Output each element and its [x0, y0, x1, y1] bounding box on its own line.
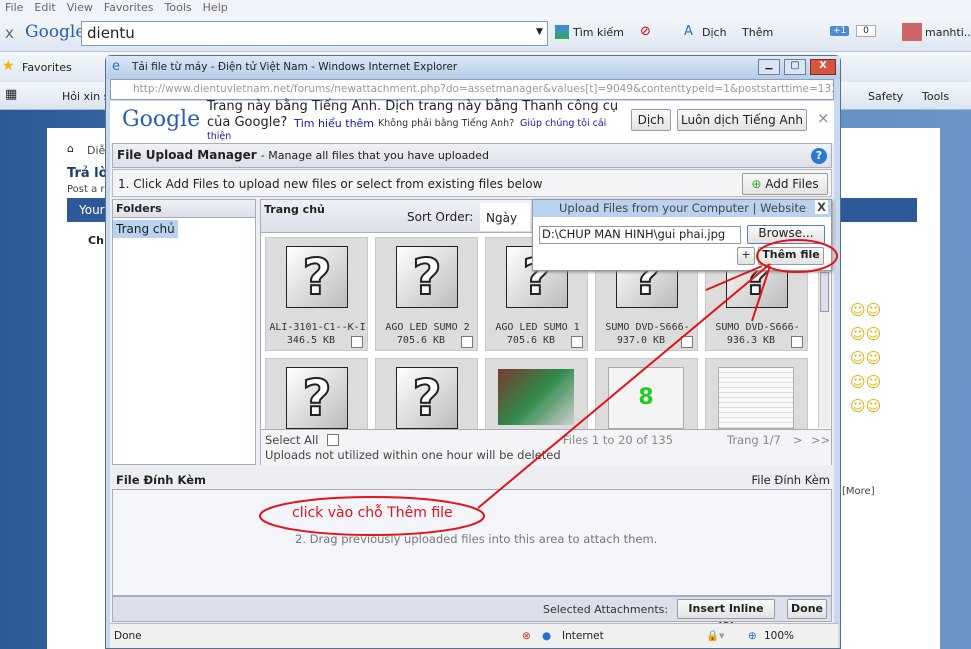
annotation-text: click vào chỗ Thêm file: [292, 505, 453, 521]
annotation-arrow: [477, 263, 771, 509]
annotation-arrow: [751, 265, 771, 322]
annotation-overlay: [259, 239, 838, 536]
